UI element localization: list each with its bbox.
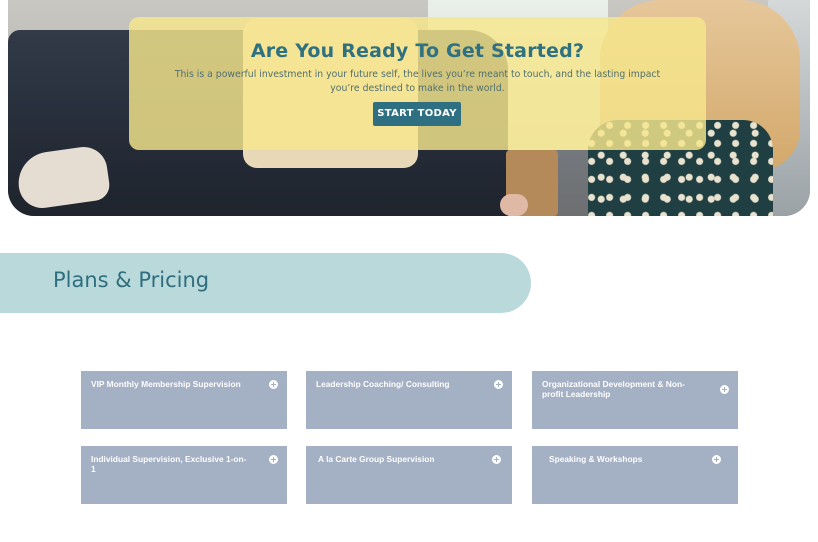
plans-banner: Plans & Pricing (0, 253, 531, 313)
pricing-card-label: Speaking & Workshops (549, 454, 643, 464)
pricing-card-organizational-development[interactable]: Organizational Development & Non-profit … (532, 371, 738, 429)
start-today-button[interactable]: START TODAY (373, 102, 461, 126)
plus-circle-icon (269, 380, 278, 389)
pricing-card-speaking-workshops[interactable]: Speaking & Workshops (532, 446, 738, 504)
plus-circle-icon (712, 455, 721, 464)
cta-description: This is a powerful investment in your fu… (174, 69, 661, 94)
hero-hand (500, 194, 528, 216)
plus-circle-icon (720, 385, 729, 394)
plus-circle-icon (492, 455, 501, 464)
pricing-card-group-supervision[interactable]: A la Carte Group Supervision (306, 446, 512, 504)
pricing-card-label: Individual Supervision, Exclusive 1-on-1 (91, 454, 247, 474)
plus-circle-icon (269, 455, 278, 464)
pricing-card-label: VIP Monthly Membership Supervision (91, 379, 241, 389)
plans-heading: Plans & Pricing (53, 268, 210, 292)
hero-section: Are You Ready To Get Started? This is a … (8, 0, 810, 216)
pricing-card-vip-monthly[interactable]: VIP Monthly Membership Supervision (81, 371, 287, 429)
pricing-card-label: A la Carte Group Supervision (318, 454, 435, 464)
plus-circle-icon (494, 380, 503, 389)
pricing-card-leadership-coaching[interactable]: Leadership Coaching/ Consulting (306, 371, 512, 429)
pricing-card-label: Organizational Development & Non-profit … (542, 379, 685, 399)
cta-box: Are You Ready To Get Started? This is a … (129, 17, 706, 150)
pricing-card-label: Leadership Coaching/ Consulting (316, 379, 450, 389)
pricing-card-individual-supervision[interactable]: Individual Supervision, Exclusive 1-on-1 (81, 446, 287, 504)
cta-heading: Are You Ready To Get Started? (250, 40, 585, 62)
